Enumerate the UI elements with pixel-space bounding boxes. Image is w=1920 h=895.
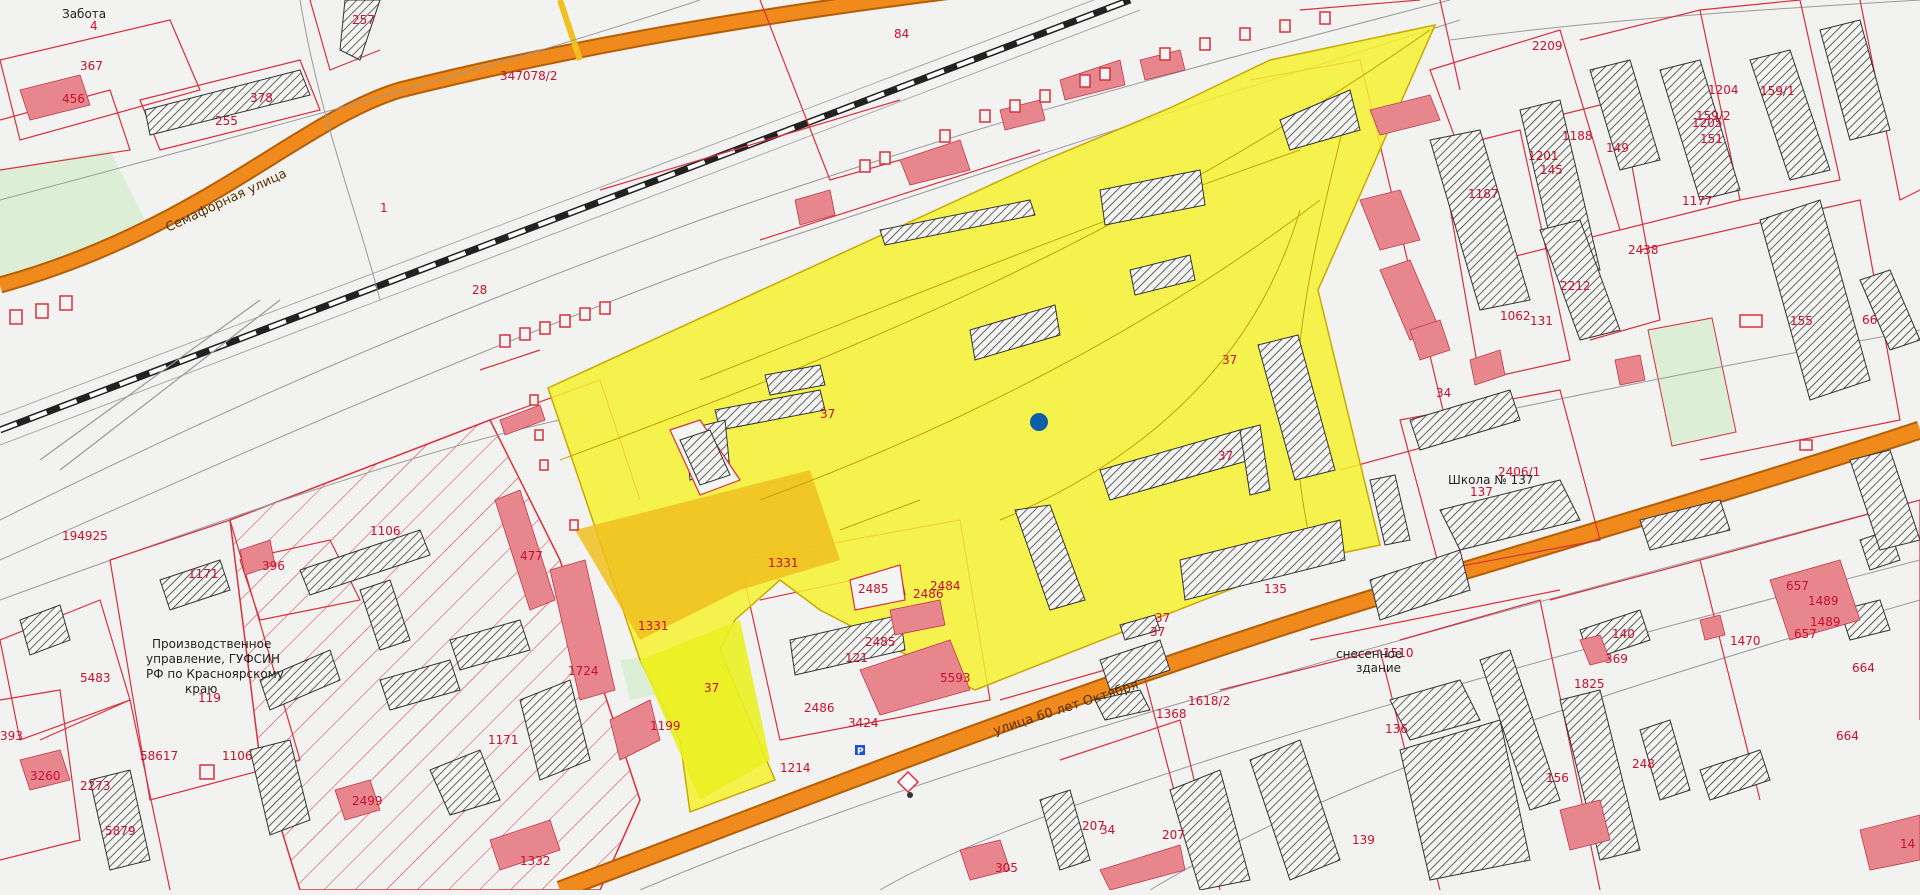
parcel-number-label: 1489 (1808, 594, 1839, 608)
parcel-number-label: 1618/2 (1188, 694, 1230, 708)
parcel-number-label: 1171 (188, 567, 219, 581)
parcel-number-label: 367 (80, 59, 103, 73)
parcel-number-label: 2486 (804, 701, 835, 715)
parcel-number-label: 456 (62, 92, 85, 106)
parcel-number-label: 3260 (30, 769, 61, 783)
parcel-number-label: 58617 (140, 749, 178, 763)
parcel-number-label: 2485 (865, 635, 896, 649)
poi-dot-icon (907, 792, 913, 798)
parcel-number-label: 393 (0, 729, 23, 743)
parcel-number-label: 1204 (1708, 83, 1739, 97)
parcel-number-label: 2212 (1560, 279, 1591, 293)
parcel-number-label: 34 (1100, 823, 1115, 837)
label-demolished-line2: здание (1356, 661, 1401, 675)
parcel-number-label: 5879 (105, 824, 136, 838)
parcel-number-label: 2499 (352, 794, 383, 808)
parcel-number-label: 2484 (930, 579, 961, 593)
parcel-number-label: 657 (1786, 579, 1809, 593)
parcel-number-label: 121 (845, 651, 868, 665)
parcel-number-label: 28 (472, 283, 487, 297)
parcel-number-label: 37 (1150, 625, 1165, 639)
parcel-number-label: 1825 (1574, 677, 1605, 691)
label-gufsin-line4: краю (185, 682, 217, 696)
parcel-number-label: 14 (1900, 837, 1915, 851)
parcel-number-label: 84 (894, 27, 909, 41)
parcel-number-label: 664 (1852, 661, 1875, 675)
parcel-number-label: 347078/2 (500, 69, 558, 83)
parcel-number-label: 207 (1162, 828, 1185, 842)
label-gufsin-line3: РФ по Красноярскому (146, 667, 284, 681)
parcel-number-label: 37 (1222, 353, 1237, 367)
parcel-number-label: 1171 (488, 733, 519, 747)
parcel-number-label: 248 (1632, 757, 1655, 771)
parcel-number-label: 37 (1218, 449, 1233, 463)
parcel-number-label: 1331 (768, 556, 799, 570)
parcel-number-label: 657 (1794, 627, 1817, 641)
parcel-number-label: 135 (1264, 582, 1287, 596)
parcel-number-label: 37 (704, 681, 719, 695)
parking-icon[interactable]: P (855, 745, 865, 757)
parcel-number-label: 255 (215, 114, 238, 128)
parcel-number-label: 155 (1790, 314, 1813, 328)
parcel-number-label: 664 (1836, 729, 1859, 743)
parcel-number-label: 1331 (638, 619, 669, 633)
parcel-number-label: 305 (995, 861, 1018, 875)
parcel-number-label: 3424 (848, 716, 879, 730)
parcel-number-label: 37 (820, 407, 835, 421)
parcel-number-label: 2438 (1628, 243, 1659, 257)
parcel-number-label: 34 (1436, 386, 1451, 400)
location-dot-icon[interactable] (1030, 413, 1048, 431)
parcel-number-label: 137 (1470, 485, 1493, 499)
parcel-number-label: 1106 (370, 524, 401, 538)
label-school: Школа № 137 (1448, 473, 1533, 487)
parcel-number-label: 136 (1385, 722, 1408, 736)
parcel-number-label: 156 (1546, 771, 1569, 785)
parcel-number-label: 378 (250, 91, 273, 105)
parcel-number-label: 194925 (62, 529, 108, 543)
parcel-number-label: 1062 (1500, 309, 1531, 323)
parcel-number-label: 1368 (1156, 707, 1187, 721)
parcel-number-label: 5593 (940, 671, 971, 685)
parcel-number-label: 369 (1605, 652, 1628, 666)
parcel-number-label: 2485 (858, 582, 889, 596)
parcel-number-label: 139 (1352, 833, 1375, 847)
parcel-number-label: 1188 (1562, 129, 1593, 143)
parcel-number-label: 257 (352, 13, 375, 27)
parcel-number-label: 159/1 (1760, 84, 1795, 98)
parcel-number-label: 2209 (1532, 39, 1563, 53)
parcel-number-label: 477 (520, 549, 543, 563)
parcel-number-label: 145 (1540, 163, 1563, 177)
parcel-number-label: 37 (1155, 611, 1170, 625)
label-gufsin-line1: Производственное (152, 637, 271, 651)
svg-text:P: P (857, 747, 864, 757)
parcel-number-label: 151 (1700, 132, 1723, 146)
parcel-number-label: 1470 (1730, 634, 1761, 648)
parcel-number-label: 131 (1530, 314, 1553, 328)
parcel-number-label: 66 (1862, 313, 1877, 327)
label-zabota: Забота (62, 7, 106, 21)
label-demolished-line1: снесенное (1336, 647, 1402, 661)
parcel-number-label: 1214 (780, 761, 811, 775)
parcel-number-label: 1199 (650, 719, 681, 733)
parcel-number-label: 396 (262, 559, 285, 573)
parcel-number-label: 140 (1612, 627, 1635, 641)
parcel-number-label: 1332 (520, 854, 551, 868)
parcel-number-label: 2273 (80, 779, 111, 793)
parcel-number-label: 1724 (568, 664, 599, 678)
parcel-number-label: 5483 (80, 671, 111, 685)
parcel-number-label: 4 (90, 19, 98, 33)
parcel-number-label: 1106 (222, 749, 253, 763)
parcel-number-label: 1205 (1692, 116, 1723, 130)
cadastral-map[interactable]: 4 257 367 456 378 255 347078/2 84 1 28 194925 1106 3… (0, 0, 1920, 895)
parcel-number-label: 1201 (1528, 149, 1559, 163)
parcel-number-label: 1 (380, 201, 388, 215)
parcel-number-label: 149 (1606, 141, 1629, 155)
label-gufsin-line2: управление, ГУФСИН (146, 652, 280, 666)
parcel-number-label: 1177 (1682, 194, 1713, 208)
map-canvas[interactable]: 4 257 367 456 378 255 347078/2 84 1 28 194925 1106 3… (0, 0, 1920, 895)
parcel-number-label: 1187 (1468, 187, 1499, 201)
